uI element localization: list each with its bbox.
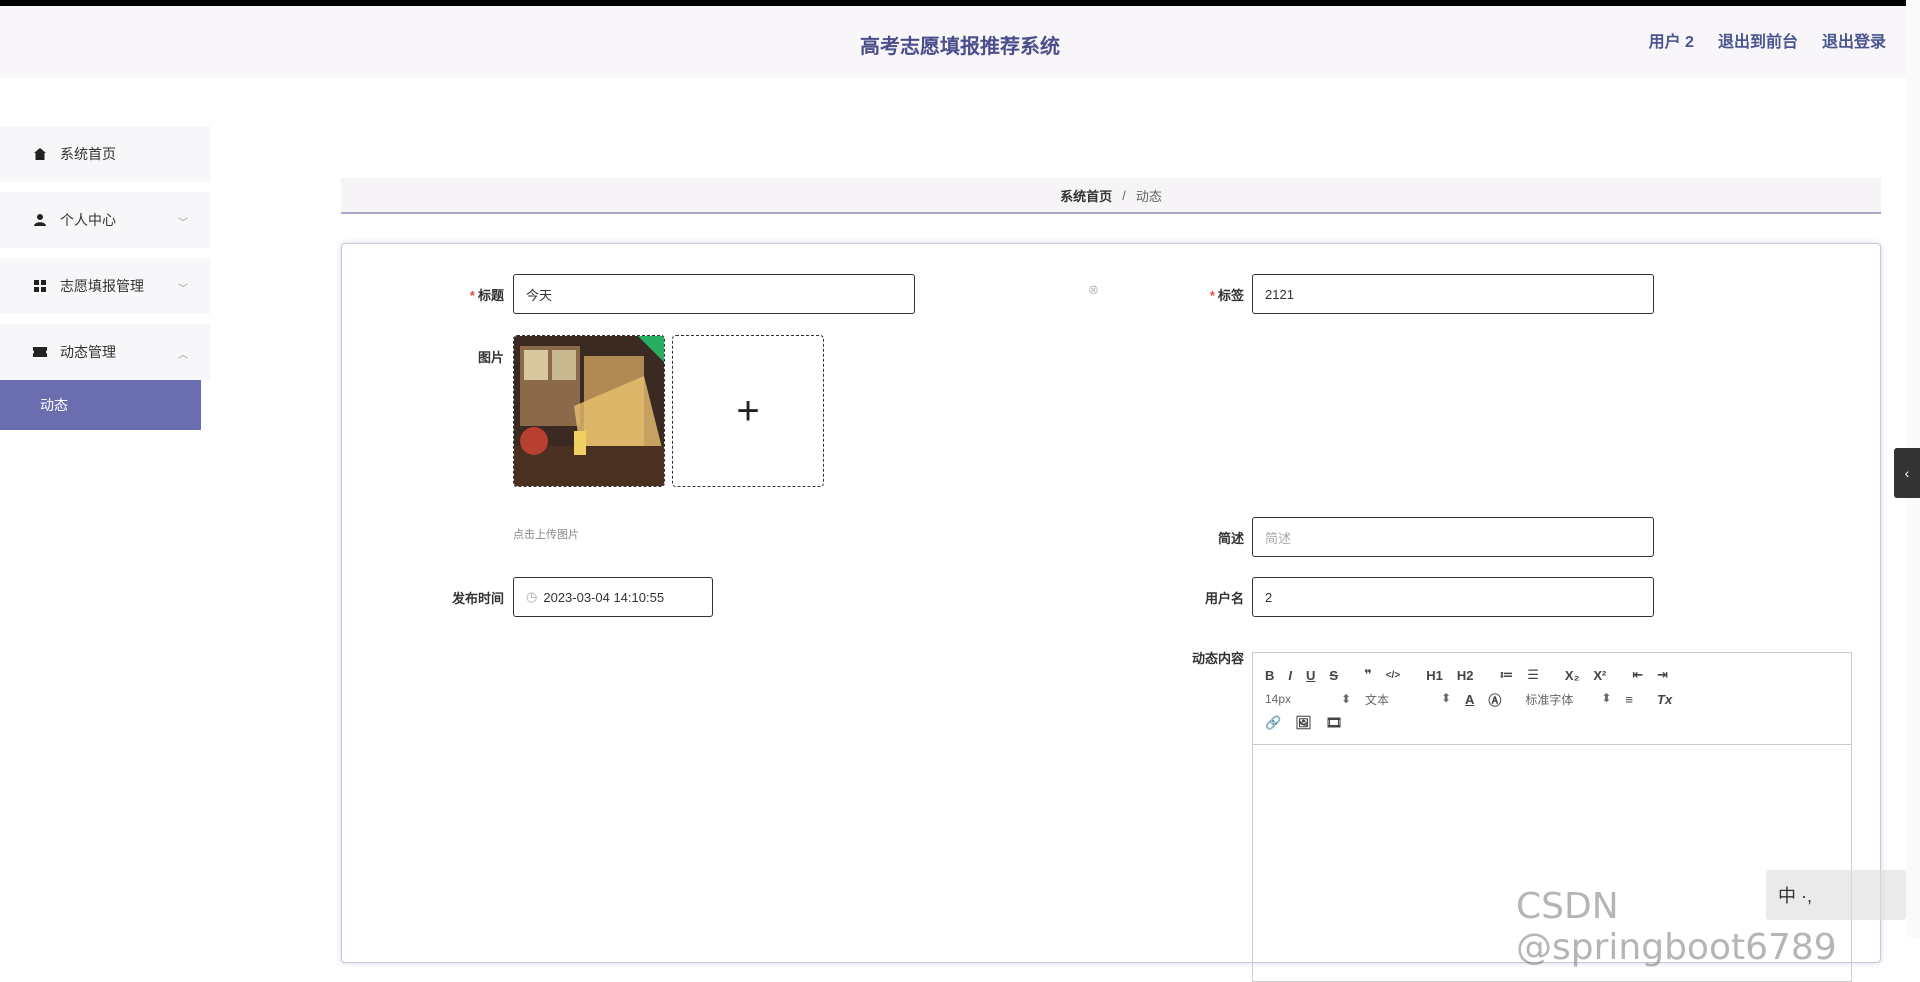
summary-input[interactable]: 简述 [1252, 517, 1654, 557]
title-label: * 标题 [469, 288, 504, 303]
h2-button[interactable]: H2 [1457, 668, 1474, 683]
italic-button[interactable]: I [1288, 668, 1292, 683]
edit-form-card: * 标题 今天 ⊗ * 标签 2121 图片 + 点击上传图片 简述 简述 发布时间… [341, 243, 1881, 982]
font-color-button[interactable]: A [1465, 692, 1474, 707]
chevron-left-icon: ‹ [1904, 465, 1910, 481]
tag-label: * 标签 [1209, 288, 1244, 303]
chevron-up-icon: ︿ [178, 350, 188, 361]
uploaded-image[interactable] [513, 335, 665, 487]
strike-button[interactable]: S [1329, 668, 1338, 683]
breadcrumb-separator: / [1122, 187, 1126, 203]
tag-input[interactable]: 2121 [1252, 274, 1654, 314]
username-input[interactable]: 2 [1252, 577, 1654, 617]
video-icon[interactable]: 🎞 [1326, 715, 1343, 731]
title-input[interactable]: 今天 [513, 274, 915, 314]
bullet-list-button[interactable]: ☰ [1527, 667, 1539, 683]
outdent-button[interactable]: ⇤ [1632, 667, 1643, 683]
editor-toolbar: B I U S ❞ </> H1 H2 ≔ ☰ X₂ X² ⇤ ⇥ 14px ⬍ … [1253, 653, 1851, 745]
app-title: 高考志愿填报推荐系统 [860, 36, 1060, 58]
content-label: 动态内容 [1191, 651, 1244, 666]
header: 高考志愿填报推荐系统 用户 2 退出到前台 退出登录 [0, 6, 1920, 78]
clear-format-button[interactable]: Tx [1657, 692, 1672, 707]
breadcrumb-current: 动态 [1135, 188, 1162, 204]
summary-label: 简述 [1217, 531, 1244, 546]
home-icon [32, 146, 48, 162]
ordered-list-button[interactable]: ≔ [1499, 667, 1513, 683]
sidebar-item-home[interactable]: 系统首页 [0, 126, 210, 182]
breadcrumb: 系统首页 / 动态 [341, 178, 1881, 214]
sidebar-item-personal[interactable]: 个人中心 ﹀ [0, 192, 210, 248]
exit-front-link[interactable]: 退出到前台 [1718, 28, 1798, 52]
sidebar-item-volunteer[interactable]: 志愿填报管理 ﹀ [0, 258, 210, 314]
logout-link[interactable]: 退出登录 [1822, 28, 1886, 52]
sidebar-item-label: 动态管理 [60, 344, 116, 360]
username-label: 用户名 [1204, 591, 1244, 606]
clear-icon[interactable]: ⊗ [1088, 282, 1099, 298]
bold-button[interactable]: B [1265, 668, 1274, 683]
font-size-select[interactable]: 14px ⬍ [1265, 692, 1351, 706]
code-button[interactable]: </> [1386, 670, 1400, 681]
grid-icon [32, 278, 48, 294]
sidebar-item-label: 志愿填报管理 [60, 278, 144, 294]
ticket-icon [32, 344, 48, 360]
time-label: 发布时间 [451, 591, 504, 606]
plus-icon: + [736, 388, 760, 433]
sidebar-item-news[interactable]: 动态管理 ︿ [0, 324, 210, 380]
upload-hint: 点击上传图片 [513, 529, 579, 541]
h1-button[interactable]: H1 [1426, 668, 1443, 683]
watermark: CSDN @springboot6789 [1516, 886, 1837, 968]
indent-button[interactable]: ⇥ [1657, 667, 1668, 683]
link-icon[interactable]: 🔗 [1265, 715, 1281, 731]
quote-button[interactable]: ❞ [1364, 667, 1372, 683]
time-value: 2023-03-04 14:10:55 [543, 589, 665, 605]
collapse-panel-button[interactable]: ‹ [1894, 448, 1920, 498]
font-family-select[interactable]: 标准字体 ⬍ [1525, 691, 1611, 708]
time-picker[interactable]: ◷ 2023-03-04 14:10:55 [513, 577, 713, 617]
superscript-button[interactable]: X² [1593, 668, 1606, 683]
chevron-down-icon: ﹀ [178, 218, 188, 229]
align-button[interactable]: ≡ [1625, 692, 1633, 707]
upload-add-button[interactable]: + [672, 335, 824, 487]
breadcrumb-home[interactable]: 系统首页 [1060, 186, 1112, 205]
underline-button[interactable]: U [1306, 668, 1315, 683]
user-icon [32, 212, 48, 228]
image-label: 图片 [477, 350, 504, 365]
sidebar: 系统首页 个人中心 ﹀ 志愿填报管理 ﹀ 动态管理 ︿ 动态 [0, 126, 210, 430]
clock-icon: ◷ [526, 589, 538, 604]
subscript-button[interactable]: X₂ [1565, 668, 1579, 683]
paragraph-select[interactable]: 文本 ⬍ [1365, 691, 1451, 708]
image-icon[interactable]: 🖼 [1295, 715, 1312, 731]
user-link[interactable]: 用户 2 [1649, 28, 1694, 52]
chevron-down-icon: ﹀ [178, 284, 188, 295]
background-color-button[interactable]: Ⓐ [1488, 690, 1501, 709]
sidebar-subitem-news[interactable]: 动态 [0, 380, 201, 430]
header-links: 用户 2 退出到前台 退出登录 [1649, 28, 1886, 52]
sidebar-item-label: 个人中心 [60, 212, 116, 228]
sidebar-item-label: 系统首页 [60, 146, 116, 162]
